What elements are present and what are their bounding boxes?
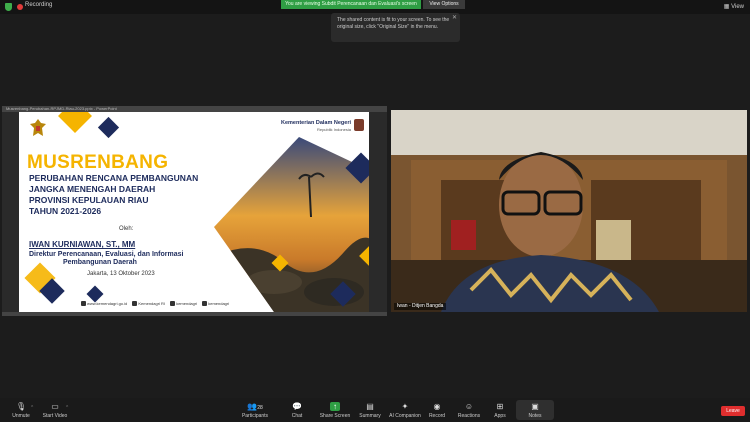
fit-screen-tooltip: The shared content is fit to your screen… [331,13,460,42]
sparkle-icon: ✦ [401,402,409,411]
recording-label: Recording [25,2,53,8]
notes-button[interactable]: ▣ Notes [516,400,554,420]
apps-icon: ⊞ [496,402,504,411]
video-off-icon: ▭ [51,402,59,411]
record-icon: ◉ [433,402,441,411]
decorative-diamond [58,112,92,133]
share-screen-button[interactable]: ↑ Share Screen [316,400,354,419]
summary-button[interactable]: ▤ Summary [351,400,389,419]
org-name: Kementerian Dalam Negeri [281,120,351,126]
tooltip-text: The shared content is fit to your screen… [337,17,450,30]
participants-count: 28 [257,405,263,411]
facebook-icon [132,301,138,307]
slide-footer: www.kemendagri.go.id Kemendagri RI kemen… [77,301,230,307]
close-icon[interactable]: ✕ [452,15,457,22]
view-button[interactable]: ▦ View [724,3,744,10]
presentation-slide: MUSRENBANG PERUBAHAN RENCANA PEMBANGUNAN… [19,112,369,312]
shared-window-statusbar [2,312,387,316]
reactions-label: Reactions [457,413,481,419]
start-video-label: Start Video [42,413,68,419]
globe-icon [81,301,86,307]
footer-instagram: kemendagri [208,301,230,306]
decorative-diamond [86,285,104,303]
summary-label: Summary [359,413,381,419]
landscape-photo [214,137,369,312]
notes-label: Notes [528,413,542,419]
microphone-muted-icon: 🎙 [16,402,27,411]
decorative-diamond [97,116,120,139]
record-label: Record [428,413,446,419]
footer-twitter: kemendagri [176,301,198,306]
summary-icon: ▤ [366,402,374,411]
unmute-label: Unmute [12,413,30,419]
presenter-name: IWAN KURNIAWAN, ST., MM [29,240,136,249]
slide-subtitle-line: PERUBAHAN RENCANA PEMBANGUNAN [29,173,199,183]
footer-website: www.kemendagri.go.id [87,301,128,306]
participant-video-feed [391,110,747,312]
notes-icon: ▣ [531,402,539,411]
security-shield-icon[interactable] [5,3,12,11]
slide-date: Jakarta, 13 Oktober 2023 [87,271,155,277]
org-sub: Republik Indonesia [316,127,351,132]
chat-icon: 💬 [292,402,302,411]
unmute-options-caret[interactable]: ⌃ [30,405,34,411]
leave-button[interactable]: Leave [721,406,745,416]
video-options-caret[interactable]: ⌃ [65,405,69,411]
participants-label: Participants [241,413,269,419]
slide-title: MUSRENBANG [27,152,169,173]
apps-label: Apps [494,413,506,419]
participant-video-tile[interactable]: Iwan - Ditjen Bangda [391,110,747,312]
shared-screen-window: Musrenbang-Perubahan-RPJMD-Riau-2023.ppt… [2,106,387,316]
slide-subtitle-line: PROVINSI KEPULAUAN RIAU [29,195,149,205]
participants-icon: 👥28 [247,402,263,411]
footer-facebook: Kemendagri RI [138,301,166,306]
share-screen-icon: ↑ [330,402,340,411]
garuda-emblem-icon [30,119,46,136]
apps-button[interactable]: ⊞ Apps [481,400,519,419]
viewing-banner: You are viewing Subdit Perencanaan dan E… [281,0,421,9]
recording-icon [17,4,23,10]
chat-button[interactable]: 💬 Chat [278,400,316,419]
view-options-button[interactable]: View Options [423,0,465,9]
participant-name-label: Iwan - Ditjen Bangda [394,303,447,310]
presenter-role-line: Pembangunan Daerah [63,259,137,266]
participants-button[interactable]: 👥28 Participants [236,400,274,419]
chat-label: Chat [291,413,303,419]
top-bar: Recording You are viewing Subdit Perenca… [0,0,750,14]
reactions-icon: ☺ [464,402,474,411]
slide-subtitle-line: TAHUN 2021-2026 [29,206,102,216]
ai-companion-label: AI Companion [389,413,421,419]
kemendagri-logo-icon [354,119,364,131]
instagram-icon [202,301,208,307]
view-label: View [731,4,744,10]
twitter-icon [170,301,176,307]
slide-subtitle-line: JANGKA MENENGAH DAERAH [29,184,156,194]
by-label: Oleh: [119,226,134,232]
unmute-button[interactable]: 🎙 Unmute [2,400,40,419]
share-screen-label: Share Screen [319,413,351,419]
presenter-role-line: Direktur Perencanaan, Evaluasi, dan Info… [29,251,184,258]
